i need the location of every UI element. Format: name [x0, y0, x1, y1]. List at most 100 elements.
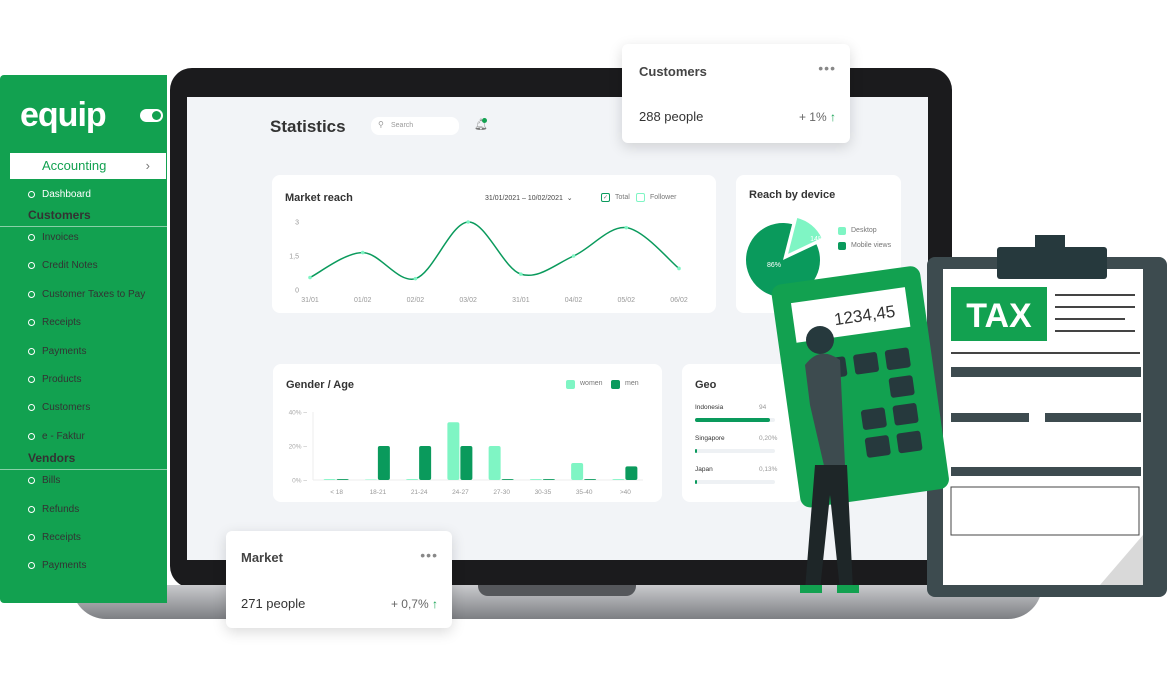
- x-tick-label: 35-40: [576, 489, 593, 496]
- circle-icon: [28, 505, 35, 513]
- y-tick-label: 40% –: [289, 410, 308, 417]
- customers-value: 288 people: [639, 109, 704, 124]
- bar-women: [447, 422, 460, 480]
- tax-label: TAX: [966, 297, 1032, 335]
- y-tick-label: 0% –: [292, 478, 307, 485]
- circle-icon: [28, 404, 35, 412]
- bar-men: [377, 446, 390, 480]
- bar-women: [612, 479, 625, 480]
- geo-bar-track: [695, 480, 775, 484]
- gender-age-chart: 0% – 20% – 40% – < 18 18-21 21-24 24-27 27-30 30…: [289, 410, 643, 496]
- total-line: [309, 221, 680, 280]
- x-tick-label: 24-27: [452, 489, 469, 496]
- sidebar-item-accounting[interactable]: Accounting ›: [10, 153, 166, 179]
- bar-men: [584, 479, 597, 480]
- sidebar-item[interactable]: Receipts: [28, 532, 81, 543]
- sidebar-item[interactable]: Customer Taxes to Pay: [28, 289, 145, 300]
- search-placeholder: Search: [391, 122, 414, 129]
- market-card: Market ••• 271 people + 0,7% ↑: [226, 531, 452, 628]
- sidebar-toggle[interactable]: [140, 109, 163, 122]
- more-options-icon[interactable]: •••: [420, 547, 438, 563]
- search-icon: ⚲: [378, 120, 384, 129]
- sidebar-item[interactable]: Credit Notes: [28, 260, 98, 271]
- circle-icon: [28, 234, 35, 241]
- tax-clipboard-illustration: TAX: [927, 235, 1167, 597]
- circle-icon: [28, 534, 35, 541]
- card-title: Customers: [639, 64, 707, 79]
- chevron-right-icon: ›: [145, 158, 150, 173]
- geo-country: Indonesia: [695, 404, 724, 411]
- more-options-icon[interactable]: •••: [818, 60, 836, 76]
- data-point: [360, 250, 365, 255]
- geo-country: Singapore: [695, 435, 725, 442]
- x-tick-label: < 18: [330, 489, 343, 496]
- x-tick-label: >40: [620, 489, 631, 496]
- x-tick-label: 27-30: [493, 489, 510, 496]
- laptop-notch: [478, 585, 636, 596]
- geo-bar-fill: [695, 449, 697, 453]
- bar-women: [364, 479, 377, 480]
- bar-women: [488, 446, 501, 480]
- y-tick-label: 1,5: [289, 254, 299, 261]
- circle-icon: [28, 319, 35, 327]
- sidebar-item[interactable]: Customers: [28, 402, 90, 413]
- x-tick-label: 01/02: [354, 297, 372, 304]
- data-point: [624, 225, 629, 230]
- sidebar-item-dashboard[interactable]: Dashboard: [28, 189, 91, 200]
- x-tick-label: 02/02: [407, 297, 425, 304]
- sidebar-item[interactable]: Payments: [28, 346, 86, 357]
- sidebar-item[interactable]: e - Faktur: [28, 431, 85, 442]
- bar-women: [529, 479, 542, 480]
- y-tick-label: 20% –: [289, 444, 308, 451]
- geo-bar-track: [695, 449, 775, 453]
- sidebar-item[interactable]: Refunds: [28, 504, 79, 515]
- x-tick-label: 03/02: [459, 297, 477, 304]
- sidebar-item[interactable]: Products: [28, 374, 81, 385]
- customers-card: Customers ••• 288 people + 1% ↑: [622, 44, 850, 143]
- divider: [0, 226, 167, 227]
- page-title: Statistics: [270, 117, 346, 136]
- data-point: [519, 272, 523, 276]
- data-point: [677, 266, 681, 271]
- equip-logo: equip: [20, 96, 107, 134]
- sidebar-section-title: Customers: [28, 208, 91, 222]
- x-tick-label: 06/02: [670, 297, 688, 304]
- circle-icon: [28, 562, 35, 570]
- circle-icon: [28, 376, 35, 383]
- geo-country: Japan: [695, 466, 713, 473]
- x-tick-label: 05/02: [618, 297, 636, 304]
- bar-men: [460, 446, 473, 480]
- geo-bar-fill: [695, 418, 771, 422]
- circle-icon: [28, 477, 35, 485]
- sidebar-item[interactable]: Bills: [28, 475, 60, 486]
- data-point: [466, 220, 470, 224]
- bar-men: [625, 466, 638, 480]
- circle-icon: [28, 347, 35, 355]
- market-reach-chart: 0 1,5 3 31/01 01/02 02/02 03/02 31/01 04/02 05/02…: [289, 220, 688, 305]
- x-tick-label: 18-21: [370, 489, 387, 496]
- x-tick-label: 31/01: [301, 297, 319, 304]
- bar-men: [336, 479, 349, 480]
- data-point: [308, 275, 312, 280]
- circle-icon: [28, 262, 35, 270]
- bar-women: [571, 463, 584, 480]
- bell-icon[interactable]: 🔔︎: [474, 118, 488, 131]
- bar-women: [323, 479, 336, 480]
- geo-bar-track: [695, 418, 775, 422]
- data-point: [413, 276, 418, 281]
- y-tick-label: 3: [295, 220, 299, 227]
- arrow-up-icon: ↑: [432, 597, 438, 611]
- arrow-up-icon: ↑: [830, 110, 836, 124]
- circle-icon: [28, 432, 35, 440]
- circle-icon: [28, 191, 35, 198]
- data-point: [571, 254, 576, 258]
- sidebar-item[interactable]: Receipts: [28, 317, 81, 328]
- circle-icon: [28, 290, 35, 298]
- customers-change: + 1% ↑: [798, 110, 836, 124]
- sidebar-item[interactable]: Payments: [28, 560, 86, 571]
- x-tick-label: 31/01: [512, 297, 530, 304]
- sidebar-item[interactable]: Invoices: [28, 232, 79, 243]
- search-input[interactable]: ⚲ Search: [371, 117, 459, 135]
- bar-women: [406, 479, 419, 480]
- bar-men: [419, 446, 432, 480]
